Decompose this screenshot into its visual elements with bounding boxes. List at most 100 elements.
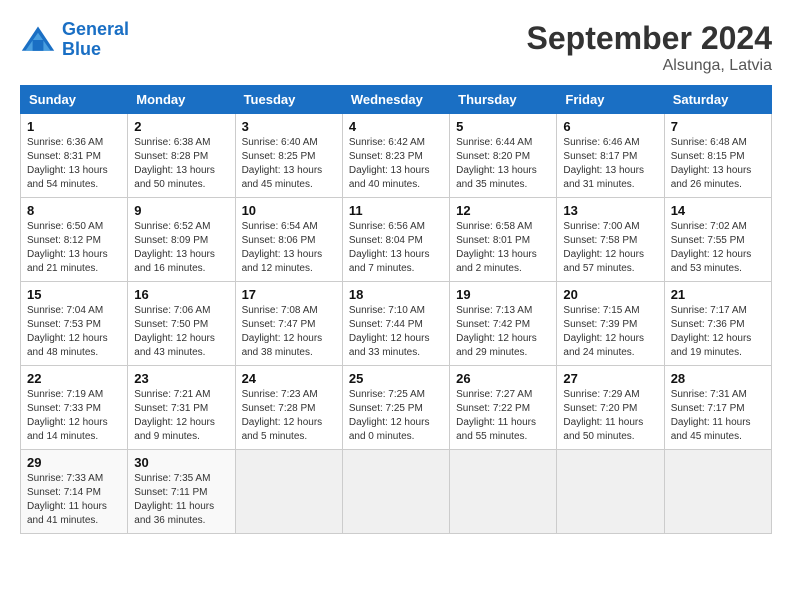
day-info: Sunrise: 6:36 AM Sunset: 8:31 PM Dayligh… [27,136,121,192]
day-info: Sunrise: 7:13 AM Sunset: 7:42 PM Dayligh… [456,304,550,360]
calendar-cell: 20 Sunrise: 7:15 AM Sunset: 7:39 PM Dayli… [557,282,664,366]
calendar-cell: 16 Sunrise: 7:06 AM Sunset: 7:50 PM Dayli… [128,282,235,366]
calendar-cell: 5Sunrise: 6:44 AM Sunset: 8:20 PM Daylig… [450,114,557,198]
day-number: 10 [242,203,336,218]
day-number: 3 [242,119,336,134]
day-info: Sunrise: 7:08 AM Sunset: 7:47 PM Dayligh… [242,304,336,360]
day-number: 22 [27,371,121,386]
day-number: 17 [242,287,336,302]
day-number: 1 [27,119,121,134]
calendar-cell [557,450,664,534]
day-number: 14 [671,203,765,218]
day-info: Sunrise: 7:25 AM Sunset: 7:25 PM Dayligh… [349,388,443,444]
day-info: Sunrise: 7:17 AM Sunset: 7:36 PM Dayligh… [671,304,765,360]
week-row-0: 1 Sunrise: 6:36 AM Sunset: 8:31 PM Daylig… [21,114,772,198]
day-info: Sunrise: 6:48 AM Sunset: 8:15 PM Dayligh… [671,136,765,192]
weekday-header-row: SundayMondayTuesdayWednesdayThursdayFrid… [21,86,772,114]
calendar-cell: 4Sunrise: 6:42 AM Sunset: 8:23 PM Daylig… [342,114,449,198]
day-number: 27 [563,371,657,386]
calendar: SundayMondayTuesdayWednesdayThursdayFrid… [20,85,772,534]
logo-blue: Blue [62,39,101,59]
calendar-cell: 29 Sunrise: 7:33 AM Sunset: 7:14 PM Dayli… [21,450,128,534]
day-number: 30 [134,455,228,470]
day-info: Sunrise: 6:42 AM Sunset: 8:23 PM Dayligh… [349,136,443,192]
calendar-cell: 30 Sunrise: 7:35 AM Sunset: 7:11 PM Dayli… [128,450,235,534]
weekday-header-friday: Friday [557,86,664,114]
day-info: Sunrise: 6:50 AM Sunset: 8:12 PM Dayligh… [27,220,121,276]
calendar-cell: 24Sunrise: 7:23 AM Sunset: 7:28 PM Dayli… [235,366,342,450]
weekday-header-sunday: Sunday [21,86,128,114]
calendar-cell: 26Sunrise: 7:27 AM Sunset: 7:22 PM Dayli… [450,366,557,450]
weekday-header-saturday: Saturday [664,86,771,114]
day-number: 15 [27,287,121,302]
calendar-cell: 11 Sunrise: 6:56 AM Sunset: 8:04 PM Dayli… [342,198,449,282]
month-title: September 2024 [527,20,772,57]
day-info: Sunrise: 7:19 AM Sunset: 7:33 PM Dayligh… [27,388,121,444]
day-number: 11 [349,203,443,218]
day-info: Sunrise: 7:31 AM Sunset: 7:17 PM Dayligh… [671,388,765,444]
weekday-header-tuesday: Tuesday [235,86,342,114]
day-number: 12 [456,203,550,218]
weekday-header-thursday: Thursday [450,86,557,114]
day-number: 7 [671,119,765,134]
calendar-cell: 28Sunrise: 7:31 AM Sunset: 7:17 PM Dayli… [664,366,771,450]
day-info: Sunrise: 6:54 AM Sunset: 8:06 PM Dayligh… [242,220,336,276]
week-row-4: 29 Sunrise: 7:33 AM Sunset: 7:14 PM Dayli… [21,450,772,534]
day-number: 19 [456,287,550,302]
calendar-cell: 15 Sunrise: 7:04 AM Sunset: 7:53 PM Dayli… [21,282,128,366]
day-info: Sunrise: 7:33 AM Sunset: 7:14 PM Dayligh… [27,472,121,528]
logo-icon [20,22,56,58]
title-section: September 2024 Alsunga, Latvia [527,20,772,75]
day-number: 26 [456,371,550,386]
day-number: 25 [349,371,443,386]
day-info: Sunrise: 7:04 AM Sunset: 7:53 PM Dayligh… [27,304,121,360]
calendar-cell [235,450,342,534]
location: Alsunga, Latvia [527,57,772,75]
day-info: Sunrise: 7:15 AM Sunset: 7:39 PM Dayligh… [563,304,657,360]
weekday-header-monday: Monday [128,86,235,114]
calendar-cell: 25 Sunrise: 7:25 AM Sunset: 7:25 PM Dayli… [342,366,449,450]
calendar-cell: 27 Sunrise: 7:29 AM Sunset: 7:20 PM Dayli… [557,366,664,450]
calendar-cell: 13 Sunrise: 7:00 AM Sunset: 7:58 PM Dayli… [557,198,664,282]
day-number: 21 [671,287,765,302]
day-number: 6 [563,119,657,134]
calendar-cell [342,450,449,534]
day-number: 9 [134,203,228,218]
calendar-cell: 12 Sunrise: 6:58 AM Sunset: 8:01 PM Dayli… [450,198,557,282]
calendar-cell: 3Sunrise: 6:40 AM Sunset: 8:25 PM Daylig… [235,114,342,198]
day-info: Sunrise: 6:58 AM Sunset: 8:01 PM Dayligh… [456,220,550,276]
day-number: 16 [134,287,228,302]
calendar-cell [664,450,771,534]
day-number: 29 [27,455,121,470]
logo-general: General [62,19,129,39]
day-info: Sunrise: 6:44 AM Sunset: 8:20 PM Dayligh… [456,136,550,192]
calendar-cell: 2Sunrise: 6:38 AM Sunset: 8:28 PM Daylig… [128,114,235,198]
day-info: Sunrise: 7:29 AM Sunset: 7:20 PM Dayligh… [563,388,657,444]
day-info: Sunrise: 7:23 AM Sunset: 7:28 PM Dayligh… [242,388,336,444]
calendar-cell: 14 Sunrise: 7:02 AM Sunset: 7:55 PM Dayli… [664,198,771,282]
day-number: 23 [134,371,228,386]
day-number: 13 [563,203,657,218]
day-info: Sunrise: 7:02 AM Sunset: 7:55 PM Dayligh… [671,220,765,276]
day-info: Sunrise: 7:00 AM Sunset: 7:58 PM Dayligh… [563,220,657,276]
day-info: Sunrise: 7:35 AM Sunset: 7:11 PM Dayligh… [134,472,228,528]
calendar-cell: 7 Sunrise: 6:48 AM Sunset: 8:15 PM Daylig… [664,114,771,198]
day-number: 18 [349,287,443,302]
calendar-cell: 6Sunrise: 6:46 AM Sunset: 8:17 PM Daylig… [557,114,664,198]
calendar-cell: 23 Sunrise: 7:21 AM Sunset: 7:31 PM Dayli… [128,366,235,450]
calendar-cell: 18Sunrise: 7:10 AM Sunset: 7:44 PM Dayli… [342,282,449,366]
calendar-cell: 21 Sunrise: 7:17 AM Sunset: 7:36 PM Dayli… [664,282,771,366]
header: General Blue September 2024 Alsunga, Lat… [20,20,772,75]
day-info: Sunrise: 7:21 AM Sunset: 7:31 PM Dayligh… [134,388,228,444]
calendar-cell: 8 Sunrise: 6:50 AM Sunset: 8:12 PM Daylig… [21,198,128,282]
calendar-cell: 10 Sunrise: 6:54 AM Sunset: 8:06 PM Dayli… [235,198,342,282]
day-number: 8 [27,203,121,218]
day-info: Sunrise: 7:06 AM Sunset: 7:50 PM Dayligh… [134,304,228,360]
week-row-3: 22 Sunrise: 7:19 AM Sunset: 7:33 PM Dayli… [21,366,772,450]
day-info: Sunrise: 6:38 AM Sunset: 8:28 PM Dayligh… [134,136,228,192]
logo: General Blue [20,20,129,60]
day-number: 20 [563,287,657,302]
logo-text: General Blue [62,20,129,60]
calendar-cell: 19 Sunrise: 7:13 AM Sunset: 7:42 PM Dayli… [450,282,557,366]
day-info: Sunrise: 6:56 AM Sunset: 8:04 PM Dayligh… [349,220,443,276]
